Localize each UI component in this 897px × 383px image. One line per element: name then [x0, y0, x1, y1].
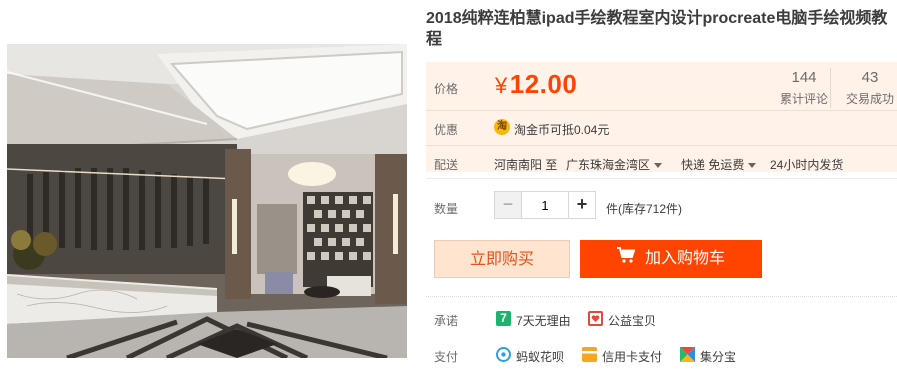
- destination-select[interactable]: 广东珠海金湾区: [566, 156, 663, 173]
- payment-label: 支付: [434, 350, 459, 364]
- reviews-count: 144: [791, 69, 817, 86]
- seven-day-icon: 7: [496, 311, 511, 326]
- quantity-decrease-button[interactable]: −: [494, 191, 522, 219]
- promo-text: 淘金币可抵0.04元: [514, 123, 610, 137]
- sales-stat: 43 交易成功: [842, 70, 897, 107]
- dispatch-time: 24小时内发货: [770, 158, 844, 172]
- taojinbi-coin-icon: 淘: [494, 119, 510, 135]
- divider: [426, 296, 897, 297]
- credit-card-icon: [582, 347, 597, 362]
- divider: [426, 145, 897, 146]
- shipping-method-text: 快递 免运费: [681, 158, 745, 172]
- huabei-icon: [496, 347, 511, 362]
- buy-now-button[interactable]: 立即购买: [434, 240, 570, 278]
- destination-text: 广东珠海金湾区: [566, 158, 651, 172]
- sales-label: 交易成功: [845, 92, 894, 106]
- quantity-increase-button[interactable]: +: [568, 191, 596, 219]
- chevron-down-icon: [654, 163, 663, 169]
- currency-symbol: ¥: [495, 73, 508, 98]
- guarantee-seven-day[interactable]: 7天无理由: [516, 312, 571, 329]
- promo-label: 优惠: [434, 123, 459, 137]
- divider: [426, 110, 897, 111]
- guarantee-label: 承诺: [434, 314, 459, 328]
- shipping-method-select[interactable]: 快递 免运费: [681, 156, 757, 173]
- chevron-down-icon: [748, 163, 757, 169]
- charity-icon: [588, 311, 603, 326]
- quantity-stepper: − +: [494, 191, 596, 219]
- divider: [426, 178, 897, 179]
- payment-credit-card: 信用卡支付: [602, 350, 663, 364]
- guarantee-charity[interactable]: 公益宝贝: [608, 312, 656, 329]
- reviews-label: 累计评论: [779, 92, 828, 106]
- payment-huabei: 蚂蚁花呗: [516, 350, 565, 364]
- shipping-label: 配送: [434, 158, 459, 172]
- jifenbao-icon: [680, 347, 695, 362]
- product-image[interactable]: [7, 44, 407, 358]
- add-to-cart-button[interactable]: 加入购物车: [580, 240, 762, 278]
- stock-text: 件(库存712件): [606, 202, 683, 216]
- shipping-origin: 河南南阳 至: [494, 158, 558, 172]
- shopping-cart-icon: [616, 240, 636, 278]
- price-amount: 12.00: [509, 69, 578, 99]
- price-label: 价格: [434, 82, 459, 96]
- reviews-stat[interactable]: 144 累计评论: [776, 70, 832, 107]
- quantity-input[interactable]: [522, 191, 568, 219]
- price-value: ¥12.00: [495, 69, 577, 100]
- stats-divider: [830, 68, 831, 108]
- sales-count: 43: [861, 69, 879, 86]
- add-to-cart-label: 加入购物车: [644, 250, 725, 268]
- quantity-label: 数量: [434, 202, 459, 216]
- product-title: 2018纯粹连柏慧ipad手绘教程室内设计procreate电脑手绘视频教程: [426, 10, 888, 48]
- payment-jifenbao: 集分宝: [700, 350, 737, 364]
